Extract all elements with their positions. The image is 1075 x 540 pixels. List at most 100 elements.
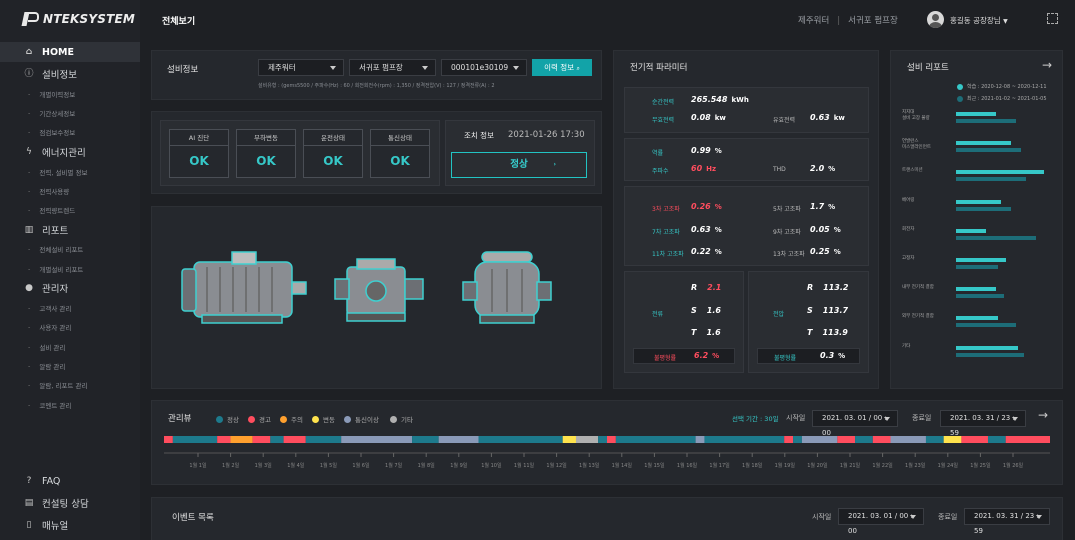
timeline-segment[interactable]: [961, 436, 988, 443]
timeline-segment[interactable]: [784, 436, 794, 443]
timeline-segment[interactable]: [695, 436, 705, 443]
param-label: 11차 고조파: [652, 251, 684, 258]
param-label: 전압: [773, 311, 785, 318]
event-start-label: 시작일: [812, 513, 832, 521]
arrow-right-icon[interactable]: →: [1042, 58, 1052, 72]
timeline-day-label: 1월 3일: [255, 462, 273, 469]
timeline-segment[interactable]: [872, 436, 891, 443]
timeline-segment[interactable]: [230, 436, 253, 443]
param-label: 전류: [652, 311, 664, 318]
timeline-segment[interactable]: [252, 436, 271, 443]
timeline-day-label: 1월 22일: [872, 462, 893, 469]
timeline-segment[interactable]: [270, 436, 284, 443]
timeline-segment[interactable]: [172, 436, 218, 443]
start-date-select[interactable]: 2021. 03. 01 / 00 : 00: [812, 410, 898, 437]
sidebar-sub-item[interactable]: 설비 관리: [0, 337, 140, 356]
timeline-segment[interactable]: [562, 436, 576, 443]
sidebar-sub-item[interactable]: 코멘트 관리: [0, 395, 140, 414]
sidebar-sub-item[interactable]: 기간상세정보: [0, 103, 140, 122]
arrow-right-icon[interactable]: →: [1038, 408, 1048, 422]
breadcrumb-site[interactable]: 제주워터: [798, 16, 829, 26]
user-menu[interactable]: 홍길동 공장장님 ▼: [950, 15, 1008, 26]
report-item-label: 트랜스미션: [902, 168, 923, 174]
sidebar-sub-item[interactable]: 전력, 설비별 정보: [0, 162, 140, 181]
timeline-segment[interactable]: [217, 436, 231, 443]
timeline-segment[interactable]: [283, 436, 306, 443]
action-status-button[interactable]: 정상 ›: [451, 152, 587, 178]
param-label: 역률: [652, 150, 664, 157]
sidebar-sub-item[interactable]: 개별설비 리포트: [0, 259, 140, 278]
timeline-segment[interactable]: [478, 436, 563, 443]
breadcrumb-plant[interactable]: 서귀포 펌프장: [848, 16, 898, 26]
event-start-select[interactable]: 2021. 03. 01 / 00 : 00: [838, 508, 924, 535]
timeline-segment[interactable]: [164, 436, 173, 443]
timeline-segment[interactable]: [801, 436, 838, 443]
page-title: 전체보기: [162, 17, 196, 27]
equip-info-panel: 설비정보 제주워터 서귀포 펌프장 000101e30109 이력 정보 ⌕ 설…: [151, 50, 602, 100]
report-bar-recent: [956, 323, 1016, 328]
sidebar-item-manual[interactable]: ▯ 매뉴얼: [0, 514, 140, 536]
brand-logo[interactable]: NTEKSYSTEM: [22, 11, 135, 27]
event-end-select[interactable]: 2021. 03. 31 / 23 : 59: [964, 508, 1050, 535]
end-date-select[interactable]: 2021. 03. 31 / 23 : 59: [940, 410, 1026, 437]
param-value: 2.0%: [810, 164, 836, 173]
sidebar-sub-item[interactable]: 전력량트렌드: [0, 200, 140, 219]
legend-label: 정상: [227, 416, 239, 424]
timeline-segment[interactable]: [837, 436, 856, 443]
avatar[interactable]: [927, 11, 944, 28]
fullscreen-icon[interactable]: [1047, 13, 1058, 24]
sidebar-sub-item[interactable]: 사용자 관리: [0, 318, 140, 337]
timeline-segment[interactable]: [615, 436, 696, 443]
sidebar-item-faq[interactable]: ? FAQ: [0, 470, 140, 492]
report-bar-learn: [956, 228, 986, 233]
report-bar-learn: [956, 287, 996, 292]
timeline-segment[interactable]: [855, 436, 873, 443]
sidebar-item-report[interactable]: ▥ 리포트: [0, 220, 140, 240]
sidebar-sub-item[interactable]: 전체설비 리포트: [0, 240, 140, 259]
sidebar-sub-item[interactable]: 점검보수정보: [0, 123, 140, 142]
sidebar-sub-item[interactable]: 고객사 관리: [0, 298, 140, 317]
timeline-segment[interactable]: [793, 436, 802, 443]
sidebar-sub-item[interactable]: 알람, 리포트 관리: [0, 376, 140, 395]
timeline-day-label: 1월 15일: [644, 462, 665, 469]
sidebar-sub-item[interactable]: 알람 관리: [0, 356, 140, 375]
report-bar-learn: [956, 170, 1044, 175]
timeline-segment[interactable]: [987, 436, 1006, 443]
timeline-day-label: 1월 26일: [1003, 462, 1024, 469]
sidebar-item-home[interactable]: ⌂ HOME: [0, 42, 140, 62]
param-label: 13차 고조파: [773, 251, 805, 258]
status-load: 부하변동 OK: [236, 129, 296, 178]
timeline-segment[interactable]: [305, 436, 342, 443]
report-item-label: 회전자: [902, 226, 915, 232]
timeline-segment[interactable]: [607, 436, 616, 443]
company-select[interactable]: 제주워터: [258, 59, 344, 76]
report-item-label: 베어링: [902, 197, 915, 203]
timeline-segment[interactable]: [925, 436, 944, 443]
sidebar-sub-item[interactable]: 전력사용량: [0, 181, 140, 200]
sidebar-item-admin[interactable]: ● 관리자: [0, 278, 140, 298]
timeline-day-label: 1월 18일: [742, 462, 763, 469]
device-select[interactable]: 000101e30109: [441, 59, 527, 76]
timeline-segment[interactable]: [341, 436, 413, 443]
timeline-segment[interactable]: [1005, 436, 1050, 443]
sidebar-sub-item[interactable]: 개별이력정보: [0, 84, 140, 103]
param-value: 0.26%: [691, 202, 722, 211]
timeline-segment[interactable]: [943, 436, 962, 443]
legend-dot: [216, 415, 223, 423]
history-info-button[interactable]: 이력 정보 ⌕: [532, 59, 592, 76]
plant-select[interactable]: 서귀포 펌프장: [349, 59, 436, 76]
top-header: 전체보기 제주워터 | 서귀포 펌프장 홍길동 공장장님 ▼: [140, 0, 1075, 40]
timeline-segment[interactable]: [438, 436, 479, 443]
sidebar-item-energy[interactable]: ϟ 에너지관리: [0, 142, 140, 162]
params-harmonics-group: 3차 고조파 0.26% 5차 고조파 1.7% 7차 고조파 0.63% 9차…: [624, 186, 869, 266]
timeline-segment[interactable]: [890, 436, 926, 443]
legend-label: 변동: [323, 416, 335, 424]
timeline-segment[interactable]: [575, 436, 599, 443]
timeline-day-label: 1월 23일: [905, 462, 926, 469]
timeline-segment[interactable]: [704, 436, 785, 443]
sidebar-item-equip[interactable]: ⓘ 설비정보: [0, 64, 140, 84]
timeline-segment[interactable]: [598, 436, 607, 443]
timeline-segment[interactable]: [412, 436, 439, 443]
param-value: 0.63%: [691, 225, 722, 234]
sidebar-item-consult[interactable]: ▤ 컨설팅 상담: [0, 492, 140, 514]
